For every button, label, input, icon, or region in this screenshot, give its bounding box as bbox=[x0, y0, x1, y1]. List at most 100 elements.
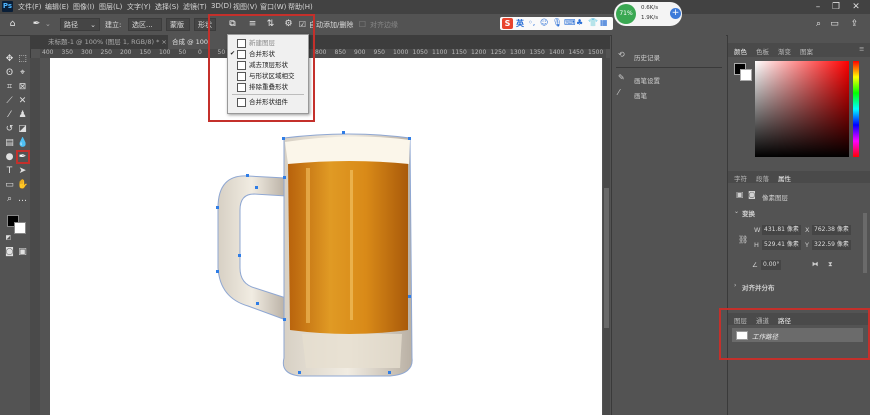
restore-icon[interactable]: ❐ bbox=[829, 1, 843, 13]
quick-mask-icon[interactable]: ◙ bbox=[4, 247, 15, 258]
scrollbar-thumb[interactable] bbox=[604, 188, 609, 328]
move-tool-icon[interactable]: ✥ bbox=[4, 54, 15, 65]
document-canvas[interactable] bbox=[50, 58, 602, 415]
menu-type[interactable]: 文字(Y) bbox=[127, 2, 151, 12]
home-icon[interactable]: ⌂ bbox=[6, 18, 19, 31]
eyedropper-icon[interactable]: ⟋ bbox=[4, 96, 15, 107]
menu-window[interactable]: 窗口(W) bbox=[260, 2, 286, 12]
hand-tool-icon[interactable]: ✋ bbox=[17, 180, 28, 191]
brushes-icon[interactable]: ⁄ bbox=[618, 88, 619, 97]
dodge-icon[interactable]: ● bbox=[4, 152, 15, 163]
close-icon[interactable]: ✕ bbox=[849, 1, 863, 13]
shirt-icon[interactable]: 👕 bbox=[588, 18, 598, 27]
screen-mode-icon[interactable]: ▣ bbox=[17, 247, 28, 258]
menu-select[interactable]: 选择(S) bbox=[155, 2, 179, 12]
brush-settings-label[interactable]: 画笔设置 bbox=[634, 75, 660, 85]
tab-composite-label: 合成 @ 100 bbox=[172, 38, 209, 46]
width-input[interactable]: 431.81 像素 bbox=[762, 225, 801, 235]
workspace-icon[interactable]: ▭ bbox=[828, 18, 841, 31]
brush-settings-icon[interactable]: ✎ bbox=[618, 73, 625, 82]
pen-tool-icon[interactable]: ✒ bbox=[30, 18, 43, 31]
tab-properties[interactable]: 属性 bbox=[778, 173, 791, 183]
ruler-tick-label: 1100 bbox=[432, 49, 448, 56]
punctuation-icon[interactable]: ◦, bbox=[528, 18, 535, 27]
menu-view[interactable]: 视图(V) bbox=[233, 2, 257, 12]
search-icon[interactable]: ⌕ bbox=[812, 18, 825, 31]
tab-untitled-1[interactable]: 未标题-1 @ 100% (图层 1, RGB/8) * × bbox=[44, 35, 167, 49]
panel-menu-icon[interactable]: ≡ bbox=[859, 45, 864, 53]
background-color-swatch[interactable] bbox=[14, 222, 26, 234]
tab-gradients[interactable]: 渐变 bbox=[778, 46, 791, 56]
microphone-icon[interactable]: 🎙 bbox=[552, 18, 562, 27]
apps-icon[interactable]: ▦ bbox=[600, 18, 608, 27]
frame-tool-icon[interactable]: ⊠ bbox=[17, 82, 28, 93]
vertical-ruler bbox=[30, 58, 40, 415]
type-tool-icon[interactable]: T bbox=[4, 166, 15, 177]
eraser-icon[interactable]: ◪ bbox=[17, 124, 28, 135]
marquee-tool-icon[interactable]: ⬚ bbox=[17, 54, 28, 65]
properties-scrollbar[interactable] bbox=[863, 213, 867, 273]
vertical-scrollbar[interactable] bbox=[603, 58, 610, 415]
cpu-percent: 71% bbox=[616, 4, 636, 24]
menu-help[interactable]: 帮助(H) bbox=[288, 2, 313, 12]
ime-lang-label[interactable]: 英 bbox=[516, 18, 524, 29]
crop-tool-icon[interactable]: ⌗ bbox=[4, 82, 15, 93]
lasso-tool-icon[interactable]: ʘ bbox=[4, 68, 15, 79]
align-distribute-title: 对齐并分布 bbox=[742, 284, 775, 292]
path-mode-select[interactable]: 路径 ⌄ bbox=[60, 18, 100, 31]
quick-select-icon[interactable]: ⌖ bbox=[17, 68, 28, 79]
rectangle-tool-icon[interactable]: ▭ bbox=[4, 180, 15, 191]
healing-icon[interactable]: ✕ bbox=[17, 96, 28, 107]
emoji-icon[interactable]: ☺ bbox=[540, 18, 548, 27]
chevron-down-icon: ⌄ bbox=[90, 21, 96, 29]
mask-button[interactable]: 蒙版 bbox=[166, 18, 190, 31]
hue-slider[interactable] bbox=[853, 61, 859, 157]
flip-vertical-icon[interactable]: ⧗ bbox=[828, 260, 833, 269]
path-select-icon[interactable]: ➤ bbox=[17, 166, 28, 177]
brushes-label[interactable]: 画笔 bbox=[634, 90, 647, 100]
keyboard-icon[interactable]: ⌨ bbox=[564, 18, 576, 27]
menu-3d[interactable]: 3D(D) bbox=[211, 2, 232, 10]
menu-layer[interactable]: 图层(L) bbox=[99, 2, 122, 12]
more-tools-icon[interactable]: … bbox=[17, 194, 28, 205]
tab-patterns[interactable]: 图案 bbox=[800, 46, 813, 56]
tab-paragraph[interactable]: 段落 bbox=[756, 173, 769, 183]
blur-icon[interactable]: 💧 bbox=[17, 138, 28, 149]
link-icon[interactable]: ⛓ bbox=[738, 235, 748, 244]
history-panel-label[interactable]: 历史记录 bbox=[634, 52, 660, 62]
angle-input[interactable]: 0.00° bbox=[761, 260, 782, 270]
brush-tool-icon[interactable]: ⁄ bbox=[4, 110, 15, 121]
align-edges-checkbox[interactable]: ☐ bbox=[356, 18, 369, 31]
width-label: W bbox=[754, 226, 761, 234]
history-icon[interactable]: ⟲ bbox=[618, 50, 625, 59]
tool-preset-chevron-icon[interactable]: ⌄ bbox=[45, 20, 51, 28]
gradient-icon[interactable]: ▤ bbox=[4, 138, 15, 149]
path-mode-value: 路径 bbox=[64, 21, 78, 29]
menu-file[interactable]: 文件(F) bbox=[18, 2, 42, 12]
minimize-icon[interactable]: – bbox=[811, 1, 825, 13]
tab-close-icon[interactable]: × bbox=[161, 38, 166, 46]
tab-character[interactable]: 字符 bbox=[734, 173, 747, 183]
menu-filter[interactable]: 滤镜(T) bbox=[183, 2, 207, 12]
tab-swatches[interactable]: 色板 bbox=[756, 46, 769, 56]
default-colors-icon[interactable]: ◩ bbox=[3, 232, 14, 243]
skin-icon[interactable]: ♣ bbox=[576, 18, 583, 27]
x-input[interactable]: 762.38 像素 bbox=[812, 225, 851, 235]
zoom-tool-icon[interactable]: ⌕ bbox=[4, 194, 15, 205]
share-icon[interactable]: ⇪ bbox=[848, 18, 861, 31]
ruler-tick-label: 1200 bbox=[471, 49, 487, 56]
bg-color-swatch[interactable] bbox=[740, 69, 752, 81]
menu-image[interactable]: 图像(I) bbox=[73, 2, 95, 12]
tab-color[interactable]: 颜色 bbox=[734, 46, 747, 56]
selection-button[interactable]: 选区... bbox=[128, 18, 162, 31]
chevron-right-icon[interactable]: › bbox=[734, 282, 736, 289]
height-input[interactable]: 529.41 像素 bbox=[762, 240, 801, 250]
plus-icon[interactable]: + bbox=[670, 8, 681, 19]
history-brush-icon[interactable]: ↺ bbox=[4, 124, 15, 135]
y-input[interactable]: 322.59 像素 bbox=[812, 240, 851, 250]
menu-edit[interactable]: 编辑(E) bbox=[45, 2, 69, 12]
flip-horizontal-icon[interactable]: ⧓ bbox=[812, 260, 819, 268]
stamp-tool-icon[interactable]: ♟ bbox=[17, 110, 28, 121]
chevron-down-icon[interactable]: ⌄ bbox=[734, 208, 739, 215]
color-field[interactable] bbox=[755, 61, 849, 157]
